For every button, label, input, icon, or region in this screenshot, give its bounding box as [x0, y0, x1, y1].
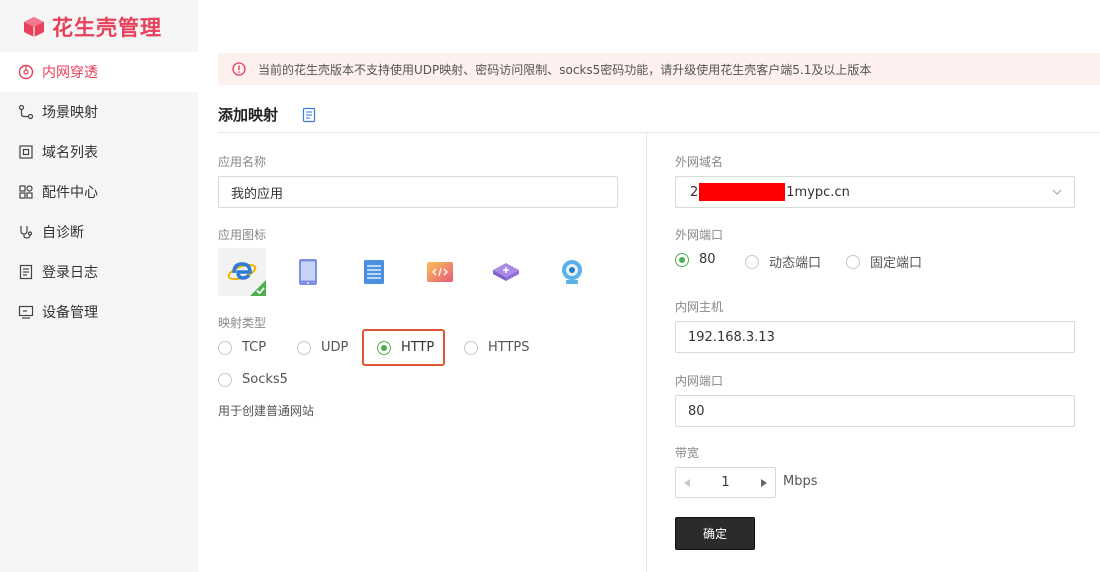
bandwidth-label: 带宽 [675, 446, 700, 460]
radio-socks5[interactable]: Socks5 [218, 372, 288, 387]
confirm-button[interactable]: 确定 [675, 517, 755, 550]
sidebar-item-intranet[interactable]: 内网穿透 [0, 52, 198, 92]
domain-icon [18, 144, 34, 160]
radio-http[interactable]: HTTP [377, 340, 434, 355]
internal-port-label: 内网端口 [675, 374, 724, 388]
radio-port-80[interactable]: 80 [675, 252, 716, 267]
code-icon [427, 262, 453, 282]
tablet-icon [299, 259, 317, 285]
chevron-down-icon [1052, 189, 1062, 195]
redaction-block [699, 183, 786, 201]
bandwidth-value[interactable]: 1 [721, 475, 729, 490]
caret-left-icon [684, 478, 690, 487]
radio-udp[interactable]: UDP [297, 340, 348, 355]
sidebar-item-label: 场景映射 [42, 105, 98, 121]
internal-host-label: 内网主机 [675, 300, 724, 314]
sidebar-item-label: 自诊断 [42, 225, 84, 241]
domain-prefix: 2 [690, 184, 699, 200]
radio-label: HTTPS [488, 340, 530, 355]
log-icon [18, 264, 34, 280]
sidebar-item-login-log[interactable]: 登录日志 [0, 252, 198, 292]
app-icon-option-code[interactable] [416, 248, 464, 296]
caret-right-icon [761, 478, 767, 487]
sidebar-item-accessories[interactable]: 配件中心 [0, 172, 198, 212]
internal-port-input[interactable]: 80 [675, 395, 1075, 427]
app-name-label: 应用名称 [218, 155, 267, 169]
sidebar-nav: 内网穿透 场景映射 域名列表 配件中心 自诊断 登录日志 设备管理 [0, 52, 198, 332]
app-name-input[interactable]: 我的应用 [218, 176, 618, 208]
column-divider [646, 133, 647, 572]
sidebar-item-label: 设备管理 [42, 305, 98, 321]
radio-port-dynamic[interactable]: 动态端口 [745, 252, 821, 271]
box-icon [493, 263, 519, 281]
increment-button[interactable] [753, 468, 775, 497]
radio-indicator [464, 340, 478, 355]
radio-label: HTTP [401, 340, 435, 355]
radio-https[interactable]: HTTPS [464, 340, 530, 355]
sidebar-item-label: 登录日志 [42, 265, 98, 281]
sidebar-item-label: 域名列表 [42, 145, 98, 161]
document-icon[interactable] [302, 107, 316, 123]
alert-icon [232, 62, 246, 76]
app-icon-label: 应用图标 [218, 228, 267, 242]
radio-label: 固定端口 [870, 256, 923, 271]
logo[interactable]: 花生壳管理 [22, 12, 162, 42]
app-icon-option-ie[interactable] [218, 248, 266, 296]
radio-label: 动态端口 [769, 256, 822, 271]
internal-host-input[interactable]: 192.168.3.13 [675, 321, 1075, 353]
radio-indicator [675, 252, 689, 267]
radio-port-fixed[interactable]: 固定端口 [846, 252, 922, 271]
logo-icon [24, 17, 44, 37]
alert-text: 当前的花生壳版本不支持使用UDP映射、密码访问限制、socks5密码功能，请升级… [258, 62, 872, 77]
mapping-type-hint: 用于创建普通网站 [218, 404, 315, 418]
radio-label: 80 [699, 252, 716, 267]
radio-indicator [377, 340, 391, 355]
server-icon [364, 260, 384, 284]
radio-label: TCP [242, 340, 267, 355]
radio-label: Socks5 [242, 372, 288, 387]
decrement-button[interactable] [676, 468, 698, 497]
radio-tcp[interactable]: TCP [218, 340, 266, 355]
radio-label: UDP [321, 340, 349, 355]
sidebar-item-label: 内网穿透 [42, 65, 98, 81]
device-icon [18, 304, 34, 320]
grid-icon [18, 184, 34, 200]
sidebar-item-device[interactable]: 设备管理 [0, 292, 198, 332]
mapping-type-label: 映射类型 [218, 316, 267, 330]
external-domain-label: 外网域名 [675, 155, 724, 169]
sidebar-item-scene[interactable]: 场景映射 [0, 92, 198, 132]
camera-icon [562, 260, 582, 284]
bandwidth-unit: Mbps [783, 474, 818, 489]
app-icon-option-camera[interactable] [548, 248, 596, 296]
radio-indicator [297, 340, 311, 355]
sidebar-item-domain[interactable]: 域名列表 [0, 132, 198, 172]
domain-suffix: 1mypc.cn [786, 184, 850, 200]
app-icon-option-server[interactable] [350, 248, 398, 296]
brand-name: 花生壳管理 [52, 16, 162, 40]
sidebar-item-diagnose[interactable]: 自诊断 [0, 212, 198, 252]
app-icon-option-box[interactable] [482, 248, 530, 296]
section-divider [218, 132, 1100, 133]
scene-icon [18, 104, 34, 120]
external-port-label: 外网端口 [675, 228, 724, 242]
radio-indicator [846, 254, 860, 269]
external-domain-select[interactable]: 2 1mypc.cn [675, 176, 1075, 208]
app-icon-option-tablet[interactable] [284, 248, 332, 296]
page-title: 添加映射 [218, 106, 279, 124]
radio-indicator [218, 340, 232, 355]
network-icon [18, 64, 34, 80]
upgrade-alert: 当前的花生壳版本不支持使用UDP映射、密码访问限制、socks5密码功能，请升级… [218, 53, 1100, 85]
sidebar: 花生壳管理 内网穿透 场景映射 域名列表 配件中心 自诊断 登录日志 设备管理 [0, 0, 198, 572]
diagnose-icon [18, 224, 34, 240]
bandwidth-stepper: 1 [675, 467, 776, 498]
radio-indicator [218, 372, 232, 387]
sidebar-item-label: 配件中心 [42, 185, 98, 201]
check-icon [256, 287, 265, 295]
radio-indicator [745, 254, 759, 269]
